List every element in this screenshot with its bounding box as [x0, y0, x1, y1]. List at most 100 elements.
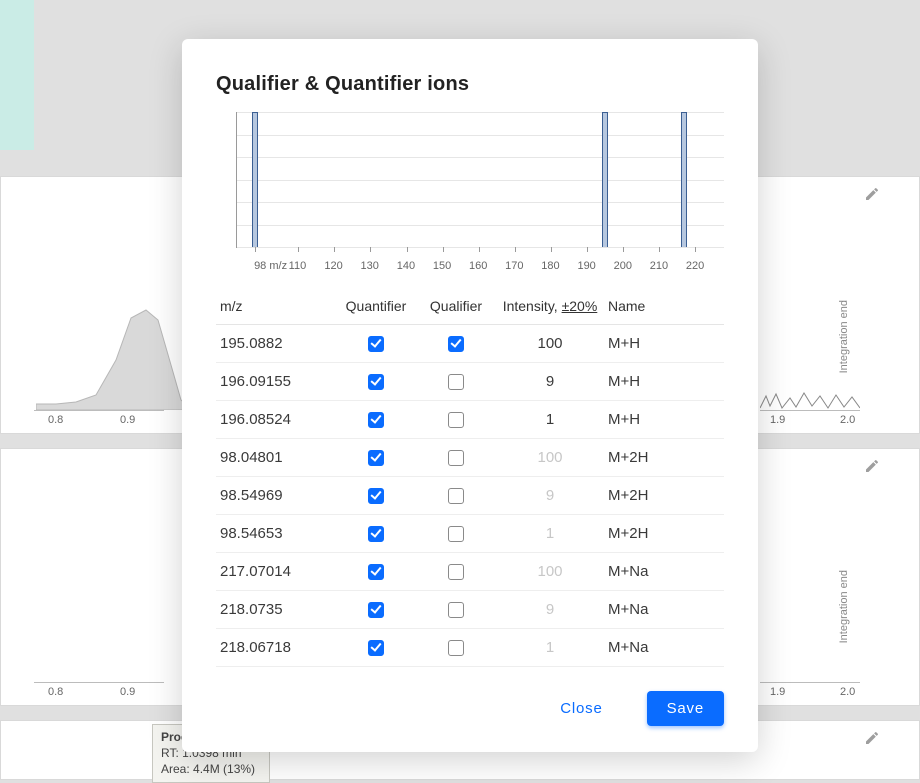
bg-axis — [34, 410, 164, 411]
quantifier-checkbox[interactable] — [368, 336, 384, 352]
chart-tick-label: 98 m/z — [254, 260, 287, 272]
bg-tick: 0.8 — [48, 414, 63, 426]
quantifier-checkbox[interactable] — [368, 488, 384, 504]
table-row: 196.09155 9M+H — [216, 363, 724, 401]
quantifier-checkbox[interactable] — [368, 412, 384, 428]
bg-tick: 0.9 — [120, 414, 135, 426]
col-qualifier: Qualifier — [416, 292, 496, 325]
bg-axis — [760, 410, 860, 411]
save-button[interactable]: Save — [647, 691, 724, 726]
quantifier-checkbox[interactable] — [368, 640, 384, 656]
cell-name: M+H — [604, 363, 724, 401]
chart-tick-label: 160 — [469, 260, 487, 272]
qualifier-checkbox[interactable] — [448, 450, 464, 466]
table-row: 98.54653 1M+2H — [216, 515, 724, 553]
integration-end-label: Integration end — [838, 300, 850, 373]
peak-info-area: Area: 4.4M (13%) — [161, 761, 261, 777]
chart-tick-label: 210 — [650, 260, 668, 272]
bg-teal-strip — [0, 0, 34, 150]
qualifier-checkbox[interactable] — [448, 488, 464, 504]
cell-intensity: 1 — [496, 515, 604, 553]
cell-mz: 98.54653 — [216, 515, 336, 553]
cell-name: M+2H — [604, 515, 724, 553]
cell-intensity: 100 — [496, 553, 604, 591]
pencil-icon[interactable] — [864, 186, 880, 202]
cell-intensity: 9 — [496, 477, 604, 515]
col-intensity: Intensity, ±20% — [496, 292, 604, 325]
cell-intensity: 9 — [496, 591, 604, 629]
quantifier-checkbox[interactable] — [368, 450, 384, 466]
qualifier-checkbox[interactable] — [448, 374, 464, 390]
integration-end-label: Integration end — [838, 570, 850, 643]
quantifier-checkbox[interactable] — [368, 602, 384, 618]
cell-mz: 98.54969 — [216, 477, 336, 515]
col-name: Name — [604, 292, 724, 325]
ions-table: m/z Quantifier Qualifier Intensity, ±20%… — [216, 292, 724, 667]
qualifier-checkbox[interactable] — [448, 526, 464, 542]
quantifier-checkbox[interactable] — [368, 564, 384, 580]
table-row: 98.54969 9M+2H — [216, 477, 724, 515]
modal-footer: Close Save — [216, 691, 724, 726]
cell-intensity: 100 — [496, 325, 604, 363]
chart-tick-label: 190 — [577, 260, 595, 272]
cell-mz: 218.06718 — [216, 629, 336, 667]
table-row: 98.04801 100M+2H — [216, 439, 724, 477]
quantifier-checkbox[interactable] — [368, 374, 384, 390]
chart-tick-label: 140 — [397, 260, 415, 272]
modal-title: Qualifier & Quantifier ions — [216, 73, 724, 96]
col-quantifier: Quantifier — [336, 292, 416, 325]
qualifier-checkbox[interactable] — [448, 564, 464, 580]
ion-chart: 98 m/z110 120 130 140 150 160 170 180 190 200 210 2… — [216, 112, 724, 272]
table-row: 196.08524 1M+H — [216, 401, 724, 439]
cell-intensity: 9 — [496, 363, 604, 401]
bg-tick: 1.9 — [770, 414, 785, 426]
bg-tick: 0.8 — [48, 686, 63, 698]
cell-intensity: 1 — [496, 629, 604, 667]
close-button[interactable]: Close — [540, 691, 622, 726]
cell-name: M+2H — [604, 439, 724, 477]
chart-tick-label: 200 — [614, 260, 632, 272]
table-row: 217.07014 100M+Na — [216, 553, 724, 591]
cell-mz: 196.08524 — [216, 401, 336, 439]
qualifier-quantifier-modal: Qualifier & Quantifier ions 98 m/z110120… — [182, 39, 758, 752]
bg-axis — [760, 682, 860, 683]
cell-mz: 195.0882 — [216, 325, 336, 363]
chart-tick-label: 180 — [541, 260, 559, 272]
cell-name: M+Na — [604, 591, 724, 629]
qualifier-checkbox[interactable] — [448, 412, 464, 428]
bg-noise-shape — [760, 390, 860, 410]
chart-tick-label: 110 — [289, 260, 307, 272]
table-row: 218.067181M+Na — [216, 629, 724, 667]
cell-name: M+Na — [604, 553, 724, 591]
bg-tick: 1.9 — [770, 686, 785, 698]
bg-tick: 2.0 — [840, 686, 855, 698]
chart-tick-label: 150 — [433, 260, 451, 272]
cell-mz: 196.09155 — [216, 363, 336, 401]
cell-intensity: 100 — [496, 439, 604, 477]
bg-tick: 0.9 — [120, 686, 135, 698]
qualifier-checkbox[interactable] — [448, 640, 464, 656]
cell-intensity: 1 — [496, 401, 604, 439]
pencil-icon[interactable] — [864, 458, 880, 474]
chart-tick-label: 220 — [686, 260, 704, 272]
cell-name: M+H — [604, 401, 724, 439]
cell-mz: 217.07014 — [216, 553, 336, 591]
cell-mz: 98.04801 — [216, 439, 336, 477]
chart-tick-label: 170 — [505, 260, 523, 272]
chart-tick-label: 130 — [361, 260, 379, 272]
cell-mz: 218.0735 — [216, 591, 336, 629]
chart-bar — [681, 112, 687, 247]
table-row: 218.0735 9M+Na — [216, 591, 724, 629]
quantifier-checkbox[interactable] — [368, 526, 384, 542]
pencil-icon[interactable] — [864, 730, 880, 746]
bg-tick: 2.0 — [840, 414, 855, 426]
chart-bar — [252, 112, 258, 247]
chart-tick-label: 120 — [324, 260, 342, 272]
cell-name: M+H — [604, 325, 724, 363]
col-mz: m/z — [216, 292, 336, 325]
chart-bar — [602, 112, 608, 247]
qualifier-checkbox[interactable] — [448, 602, 464, 618]
bg-peak-shape — [36, 300, 186, 410]
qualifier-checkbox[interactable] — [448, 336, 464, 352]
cell-name: M+2H — [604, 477, 724, 515]
